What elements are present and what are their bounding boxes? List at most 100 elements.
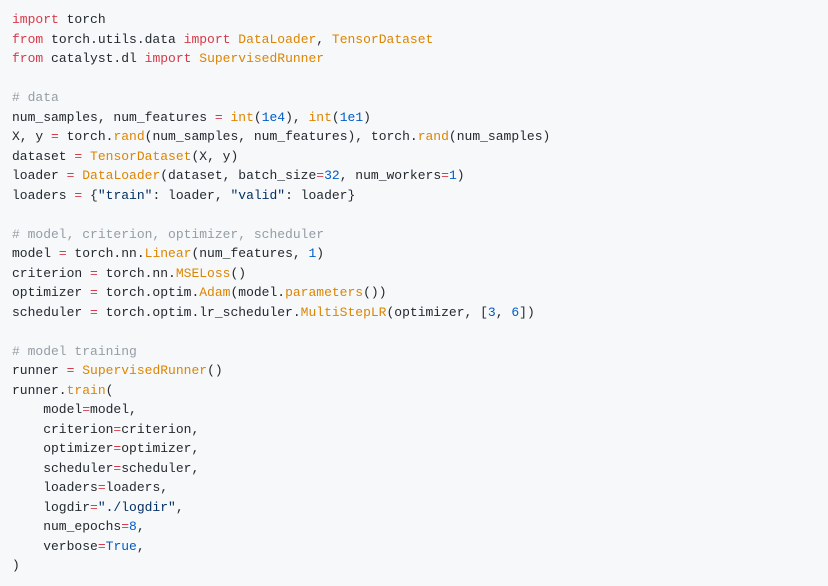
token-txt: : loader, xyxy=(152,188,230,203)
code-line: scheduler = torch.optim.lr_scheduler.Mul… xyxy=(12,303,816,323)
token-txt: torch.utils.data xyxy=(43,32,183,47)
code-line: criterion=criterion, xyxy=(12,420,816,440)
token-txt: , xyxy=(137,519,145,534)
token-kw: from xyxy=(12,32,43,47)
code-line: verbose=True, xyxy=(12,537,816,557)
token-fn: MSELoss xyxy=(176,266,231,281)
token-txt: optimizer xyxy=(12,285,90,300)
token-txt: torch.nn. xyxy=(98,266,176,281)
code-line xyxy=(12,69,816,89)
token-fn: train xyxy=(67,383,106,398)
code-line: dataset = TensorDataset(X, y) xyxy=(12,147,816,167)
token-kw: import xyxy=(12,12,59,27)
token-kw: = xyxy=(82,402,90,417)
token-txt: , xyxy=(137,539,145,554)
code-line: # model training xyxy=(12,342,816,362)
code-line: optimizer=optimizer, xyxy=(12,439,816,459)
token-kw: = xyxy=(51,129,59,144)
token-txt: num_samples, num_features xyxy=(12,110,215,125)
token-txt: scheduler xyxy=(12,461,113,476)
code-line xyxy=(12,322,816,342)
token-txt: ) xyxy=(316,246,324,261)
token-str: "valid" xyxy=(230,188,285,203)
code-line: loaders = {"train": loader, "valid": loa… xyxy=(12,186,816,206)
token-txt: num_epochs xyxy=(12,519,121,534)
token-txt: (num_features, xyxy=(191,246,308,261)
token-num: 1 xyxy=(449,168,457,183)
token-txt: model xyxy=(12,402,82,417)
token-txt: (num_samples) xyxy=(449,129,550,144)
token-kw: = xyxy=(98,539,106,554)
token-kw: = xyxy=(121,519,129,534)
token-txt: ( xyxy=(106,383,114,398)
token-com: # data xyxy=(12,90,59,105)
token-txt: ]) xyxy=(519,305,535,320)
code-line: optimizer = torch.optim.Adam(model.param… xyxy=(12,283,816,303)
token-fn: TensorDataset xyxy=(90,149,191,164)
token-fn: SupervisedRunner xyxy=(82,363,207,378)
token-kw: = xyxy=(441,168,449,183)
token-txt: () xyxy=(207,363,223,378)
token-txt: model, xyxy=(90,402,137,417)
token-txt xyxy=(82,149,90,164)
code-line: model = torch.nn.Linear(num_features, 1) xyxy=(12,244,816,264)
code-line: criterion = torch.nn.MSELoss() xyxy=(12,264,816,284)
token-fn: parameters xyxy=(285,285,363,300)
token-kw: = xyxy=(90,285,98,300)
code-line: loader = DataLoader(dataset, batch_size=… xyxy=(12,166,816,186)
code-line: logdir="./logdir", xyxy=(12,498,816,518)
token-txt: logdir xyxy=(12,500,90,515)
code-line: X, y = torch.rand(num_samples, num_featu… xyxy=(12,127,816,147)
token-txt: (optimizer, [ xyxy=(387,305,488,320)
token-txt: catalyst.dl xyxy=(43,51,144,66)
token-kw: import xyxy=(145,51,192,66)
token-com: # model training xyxy=(12,344,137,359)
token-txt: (dataset, batch_size xyxy=(160,168,316,183)
code-line: scheduler=scheduler, xyxy=(12,459,816,479)
token-txt: torch.nn. xyxy=(67,246,145,261)
token-kw: = xyxy=(90,305,98,320)
token-txt: ), xyxy=(285,110,308,125)
token-str: "train" xyxy=(98,188,153,203)
token-txt: , num_workers xyxy=(340,168,441,183)
code-line: from torch.utils.data import DataLoader,… xyxy=(12,30,816,50)
code-line: # data xyxy=(12,88,816,108)
token-str: "./logdir" xyxy=(98,500,176,515)
token-kw: = xyxy=(215,110,223,125)
code-line: runner.train( xyxy=(12,381,816,401)
token-txt: optimizer, xyxy=(121,441,199,456)
token-txt: torch. xyxy=(59,129,114,144)
token-txt: , xyxy=(176,500,184,515)
code-line: model=model, xyxy=(12,400,816,420)
token-txt: { xyxy=(82,188,98,203)
token-kw: from xyxy=(12,51,43,66)
token-fn: Linear xyxy=(145,246,192,261)
token-txt: optimizer xyxy=(12,441,113,456)
token-txt: verbose xyxy=(12,539,98,554)
token-txt: criterion, xyxy=(121,422,199,437)
token-txt: ) xyxy=(12,558,20,573)
token-fn: int xyxy=(230,110,253,125)
token-num: 6 xyxy=(511,305,519,320)
code-line: import torch xyxy=(12,10,816,30)
token-fn: rand xyxy=(418,129,449,144)
token-txt: runner xyxy=(12,363,67,378)
token-txt: loaders, xyxy=(106,480,168,495)
token-txt: : loader} xyxy=(285,188,355,203)
token-txt: ( xyxy=(332,110,340,125)
token-txt: criterion xyxy=(12,266,90,281)
token-fn: SupervisedRunner xyxy=(199,51,324,66)
token-txt: (model. xyxy=(230,285,285,300)
token-txt: model xyxy=(12,246,59,261)
token-fn: int xyxy=(309,110,332,125)
token-txt: loaders xyxy=(12,480,98,495)
token-kw: = xyxy=(90,500,98,515)
token-txt: () xyxy=(230,266,246,281)
token-fn: TensorDataset xyxy=(332,32,433,47)
code-line: # model, criterion, optimizer, scheduler xyxy=(12,225,816,245)
code-line: ) xyxy=(12,556,816,576)
token-num: True xyxy=(106,539,137,554)
token-txt: scheduler xyxy=(12,305,90,320)
token-txt: dataset xyxy=(12,149,74,164)
code-line: num_samples, num_features = int(1e4), in… xyxy=(12,108,816,128)
